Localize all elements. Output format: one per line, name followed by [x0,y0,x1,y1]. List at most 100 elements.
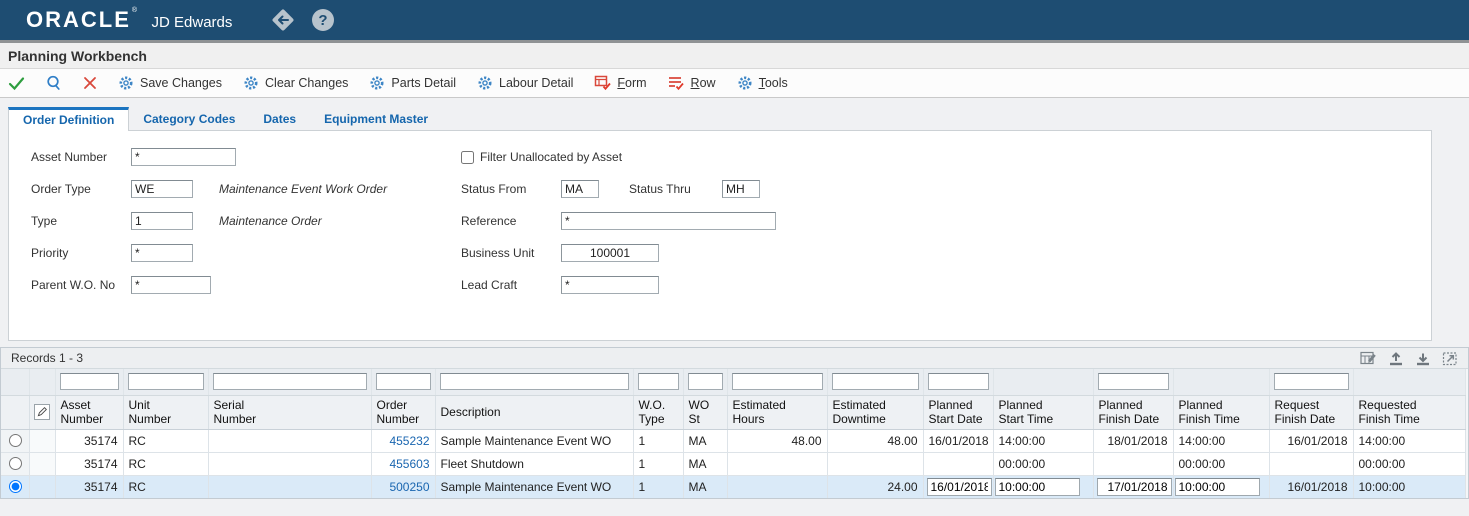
col-header-planned-finish-date[interactable]: Planned Finish Date [1093,395,1173,429]
filter-estimated-hours-input[interactable] [732,373,823,390]
cell-estimated-hours [727,452,827,475]
oracle-logo: ORACLE [26,7,131,32]
filter-cell-estimated-downtime [827,369,923,395]
filter-cell-planned-finish-time [1173,369,1269,395]
cell-description: Sample Maintenance Event WO [435,475,633,498]
col-header-order-number[interactable]: Order Number [371,395,435,429]
planned-start-date-input[interactable] [927,478,992,496]
cell-serial-number [208,452,371,475]
reference-input[interactable] [561,212,776,230]
col-header-wo-type[interactable]: W.O. Type [633,395,683,429]
cell-planned-finish-date: 18/01/2018 [1093,429,1173,452]
labour-detail-button[interactable]: Labour Detail [477,75,573,91]
import-icon[interactable] [1415,351,1431,366]
col-header-description[interactable]: Description [435,395,633,429]
find-button[interactable] [46,75,62,91]
planned-start-time-input[interactable] [995,478,1080,496]
col-header-serial-number[interactable]: Serial Number [208,395,371,429]
export-icon[interactable] [1388,351,1404,366]
help-icon[interactable]: ? [310,7,336,33]
order-number-link[interactable]: 455603 [389,457,429,471]
cell-wo-type: 1 [633,475,683,498]
row-select-radio[interactable] [9,457,22,470]
table-row[interactable]: 35174RC455232Sample Maintenance Event WO… [1,429,1465,452]
cell-requested-finish-time: 14:00:00 [1353,429,1465,452]
filter-asset-number-input[interactable] [60,373,119,390]
filter-estimated-downtime-input[interactable] [832,373,919,390]
title-band: Planning Workbench [0,43,1469,69]
filter-order-number-input[interactable] [376,373,431,390]
cell-planned-finish-date [1093,475,1173,498]
tab-dates[interactable]: Dates [249,107,310,130]
parts-detail-button[interactable]: Parts Detail [369,75,456,91]
type-input[interactable] [131,212,193,230]
col-header-estimated-hours[interactable]: Estimated Hours [727,395,827,429]
filter-cell-planned-start-date [923,369,993,395]
row-select-radio[interactable] [9,480,22,493]
fastpath-back-icon[interactable] [268,5,298,35]
tab-equipment-master[interactable]: Equipment Master [310,107,442,130]
save-changes-button[interactable]: Save Changes [118,75,222,91]
tab-order-definition[interactable]: Order Definition [8,107,129,131]
filter-serial-number-input[interactable] [213,373,367,390]
filter-description-input[interactable] [440,373,629,390]
col-header-request-finish-date[interactable]: Request Finish Date [1269,395,1353,429]
form-button[interactable]: Form [594,75,646,91]
asset-number-label: Asset Number [31,150,131,164]
cell-order-number: 455603 [371,452,435,475]
planned-finish-date-input[interactable] [1097,478,1172,496]
asset-number-input[interactable] [131,148,236,166]
tab-category-codes[interactable]: Category Codes [129,107,249,130]
cell-wo-type: 1 [633,452,683,475]
row-edit-indicator-cell [29,452,55,475]
planned-finish-time-input[interactable] [1175,478,1260,496]
col-header-wo-st[interactable]: WO St [683,395,727,429]
order-number-link[interactable]: 455232 [389,434,429,448]
tools-button[interactable]: Tools [737,75,788,91]
col-header-requested-finish-time[interactable]: Requested Finish Time [1353,395,1465,429]
ok-button[interactable] [8,76,25,91]
col-header-planned-finish-time[interactable]: Planned Finish Time [1173,395,1269,429]
col-header-unit-number[interactable]: Unit Number [123,395,208,429]
filter-request-finish-date-input[interactable] [1274,373,1349,390]
cell-planned-start-time: 14:00:00 [993,429,1093,452]
parent-wo-input[interactable] [131,276,211,294]
cell-requested-finish-time: 00:00:00 [1353,452,1465,475]
clear-changes-button[interactable]: Clear Changes [243,75,348,91]
col-header-planned-start-date[interactable]: Planned Start Date [923,395,993,429]
form-left-column: Asset Number Order Type Maintenance Even… [31,141,387,301]
row-button[interactable]: Row [668,75,716,91]
order-number-link[interactable]: 500250 [389,480,429,494]
lead-craft-input[interactable] [561,276,659,294]
filter-cell-description [435,369,633,395]
grid-toolbar [1360,351,1458,366]
table-row[interactable]: 35174RC500250Sample Maintenance Event WO… [1,475,1465,498]
status-thru-input[interactable] [722,180,760,198]
col-header-asset-number[interactable]: Asset Number [55,395,123,429]
col-header-estimated-downtime[interactable]: Estimated Downtime [827,395,923,429]
business-unit-input[interactable] [561,244,659,262]
filter-cell-serial-number [208,369,371,395]
labour-detail-label: Labour Detail [499,76,573,90]
maximize-icon[interactable] [1442,351,1458,366]
filter-planned-finish-date-input[interactable] [1098,373,1169,390]
cell-planned-finish-time [1173,475,1269,498]
status-from-input[interactable] [561,180,599,198]
cell-estimated-hours: 48.00 [727,429,827,452]
priority-input[interactable] [131,244,193,262]
order-type-input[interactable] [131,180,193,198]
col-header-planned-start-time[interactable]: Planned Start Time [993,395,1093,429]
filter-wo-type-input[interactable] [638,373,679,390]
customize-grid-icon[interactable] [1360,351,1377,366]
row-select-radio[interactable] [9,434,22,447]
filter-planned-start-date-input[interactable] [928,373,989,390]
filter-unit-number-input[interactable] [128,373,204,390]
close-button[interactable] [83,76,97,90]
filter-unallocated-checkbox[interactable] [461,151,474,164]
type-description: Maintenance Order [219,214,322,228]
filter-wo-st-input[interactable] [688,373,723,390]
cell-unit-number: RC [123,475,208,498]
table-row[interactable]: 35174RC455603Fleet Shutdown1MA00:00:0000… [1,452,1465,475]
cell-estimated-hours [727,475,827,498]
gear-icon [243,75,259,91]
